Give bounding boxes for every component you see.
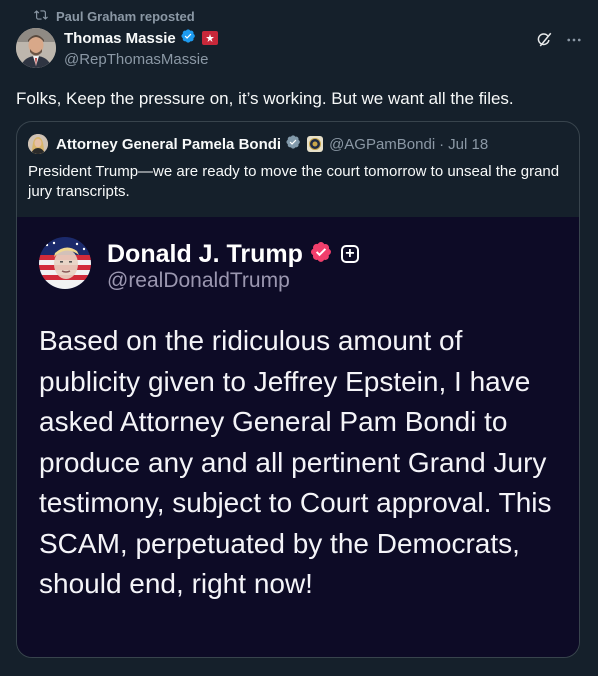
quoted-tweet-date[interactable]: Jul 18 <box>448 136 488 153</box>
verified-badge-icon[interactable] <box>285 134 301 154</box>
quoted-tweet[interactable]: Attorney General Pamela Bondi @AGPamBond… <box>16 121 580 658</box>
follow-plus-icon: + <box>340 245 359 263</box>
truth-post-text: Based on the ridiculous amount of public… <box>39 325 552 599</box>
quoted-author-name[interactable]: Attorney General Pamela Bondi <box>56 136 281 153</box>
quoted-author-avatar[interactable] <box>28 134 48 154</box>
house-affiliation-badge-icon[interactable] <box>201 31 218 45</box>
verified-badge-icon[interactable] <box>180 28 196 49</box>
trump-avatar <box>39 237 91 289</box>
more-icon[interactable] <box>564 30 584 50</box>
trump-display-name: Donald J. Trump <box>107 239 303 268</box>
quoted-tweet-text: President Trump—we are ready to move the… <box>28 163 560 200</box>
repost-label: Paul Graham reposted <box>56 8 195 24</box>
tweet-text: Folks, Keep the pressure on, it’s workin… <box>16 89 514 108</box>
author-avatar[interactable] <box>16 28 56 68</box>
repost-indicator[interactable]: Paul Graham reposted <box>34 8 195 24</box>
grok-icon[interactable] <box>534 30 554 50</box>
repost-icon <box>34 8 48 25</box>
quoted-media-image[interactable]: Donald J. Trump + @realDonaldTrump Based… <box>17 217 579 657</box>
truth-verified-badge-icon <box>309 240 333 269</box>
doj-seal-icon[interactable] <box>307 136 324 152</box>
quoted-author-handle[interactable]: @AGPamBondi <box>329 136 435 153</box>
separator-dot: · <box>439 135 445 153</box>
author-name[interactable]: Thomas Massie <box>64 30 176 47</box>
trump-handle: @realDonaldTrump <box>107 269 290 292</box>
author-handle[interactable]: @RepThomasMassie <box>64 50 504 70</box>
